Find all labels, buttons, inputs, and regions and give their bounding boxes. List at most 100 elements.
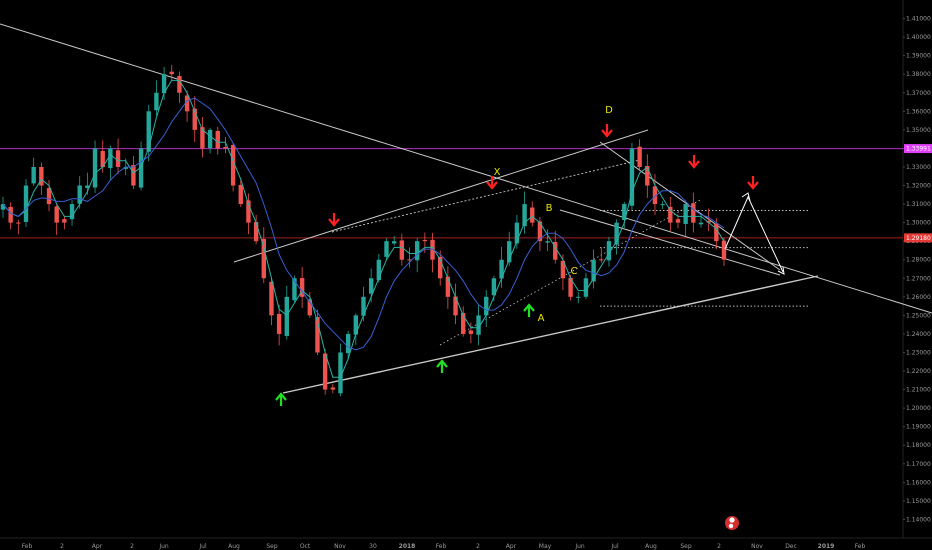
wave-label: C (571, 266, 578, 277)
candle-body (714, 223, 719, 242)
candle-body (261, 238, 266, 279)
x-tick-label: 30 (369, 543, 377, 550)
y-tick-label: 1.21000 (906, 387, 931, 394)
candle-body (115, 150, 121, 167)
y-tick-label: 1.24000 (906, 331, 931, 338)
candle-body (645, 166, 650, 186)
candle-body (576, 296, 581, 298)
x-tick-label: Apr (506, 543, 517, 550)
x-axis-ticks: Feb 2 Apr 2 Jun Jul Aug Sep Oct Nov 30 2018 Feb 2 Apr M… (22, 543, 866, 550)
candle-body (131, 165, 136, 186)
x-tick-label: Aug (645, 543, 657, 550)
wave-label: B (546, 203, 553, 214)
candle-body (207, 129, 213, 149)
upper-channel-line (233, 129, 649, 263)
candle-body (353, 315, 359, 335)
candle-body (215, 130, 220, 149)
price-tag-label: 1.29180 (906, 235, 931, 242)
y-tick-label: 1.32000 (906, 183, 931, 190)
candle-body (108, 148, 113, 169)
candle-body (384, 241, 389, 257)
candle-body (238, 184, 243, 205)
candle-body (54, 206, 59, 223)
candle-body (445, 276, 451, 297)
candle-body (414, 241, 420, 261)
candle-body (330, 387, 336, 390)
wave-label: A (538, 313, 545, 324)
x-tick-label: Jun (574, 543, 585, 550)
x-tick-label: 2 (717, 543, 721, 550)
candle-body (683, 204, 688, 224)
x-tick-label: Aug (228, 543, 240, 550)
price-chart: D X B C A 1.41000 1.40000 1.39000 1.38000 1.3700… (0, 0, 932, 550)
candle-body (545, 241, 550, 243)
x-tick-label: Nov (751, 543, 763, 550)
y-tick-label: 1.23000 (906, 349, 931, 356)
x-tick-label: Feb (22, 543, 33, 550)
candle-body (599, 259, 604, 261)
y-tick-label: 1.14000 (906, 516, 931, 523)
candle-body (345, 333, 351, 354)
candle-body (69, 204, 75, 220)
x-tick-label: 2018 (399, 543, 416, 550)
red-down-arrow-icon (601, 124, 613, 138)
x-tick-label: Feb (855, 543, 866, 550)
y-tick-label: 1.35000 (906, 127, 931, 134)
candle-body (31, 166, 36, 184)
candle-body (721, 240, 727, 260)
y-tick-label: 1.36000 (906, 108, 931, 115)
price-tag: 1.29180 (904, 233, 932, 243)
candle-body (62, 219, 67, 223)
candle-body (660, 204, 665, 206)
y-tick-label: 1.22000 (906, 368, 931, 375)
y-tick-label: 1.37000 (906, 90, 931, 97)
y-tick-label: 1.27000 (906, 275, 931, 282)
y-tick-label: 1.18000 (906, 442, 931, 449)
candle-body (368, 278, 374, 294)
candle-body (691, 203, 696, 223)
y-tick-label: 1.30000 (906, 220, 931, 227)
price-tag-label: 1.33991 (906, 146, 931, 153)
y-tick-label: 1.39000 (906, 53, 931, 60)
candle-body (146, 111, 151, 152)
candle-body (422, 239, 428, 242)
x-tick-label: Nov (334, 543, 346, 550)
x-tick-label: Feb (436, 543, 447, 550)
candle-body (698, 222, 704, 225)
y-tick-label: 1.31000 (906, 201, 931, 208)
candle-body (668, 206, 673, 223)
x-tick-label: Jul (610, 543, 619, 550)
y-tick-label: 1.19000 (906, 424, 931, 431)
candle-body (154, 92, 159, 111)
candle-body (276, 313, 282, 334)
trendlines (0, 23, 932, 394)
y-tick-label: 1.17000 (906, 461, 931, 468)
candle-body (0, 204, 6, 210)
x-tick-label: 2019 (818, 543, 835, 550)
y-tick-label: 1.16000 (906, 479, 931, 486)
y-tick-label: 1.33000 (906, 164, 931, 171)
projection-polyline (724, 195, 784, 273)
x-tick-label: Sep (680, 543, 692, 550)
candle-body (92, 148, 98, 188)
y-tick-label: 1.40000 (906, 34, 931, 41)
y-tick-label: 1.26000 (906, 294, 931, 301)
candle-body (177, 75, 182, 93)
x-tick-label: Dec (785, 543, 797, 550)
candle-body (169, 71, 174, 75)
y-axis-ticks: 1.41000 1.40000 1.39000 1.38000 1.37000 1.360… (903, 16, 931, 523)
tradingview-logo-icon (725, 516, 739, 530)
candle-body (530, 207, 535, 223)
chart-root: D X B C A 1.41000 1.40000 1.39000 1.38000 1.3700… (0, 0, 932, 550)
wave-labels: D X B C A (494, 105, 614, 324)
candle-body (8, 206, 13, 223)
y-tick-label: 1.28000 (906, 257, 931, 264)
candle-body (399, 240, 405, 260)
candle-body (391, 241, 397, 244)
x-tick-label: Jun (158, 543, 169, 550)
candle-body (637, 146, 642, 167)
x-tick-label: 2 (130, 543, 134, 550)
green-up-arrow-icon (523, 303, 535, 317)
x-tick-label: Jul (198, 543, 207, 550)
y-tick-label: 1.38000 (906, 71, 931, 78)
